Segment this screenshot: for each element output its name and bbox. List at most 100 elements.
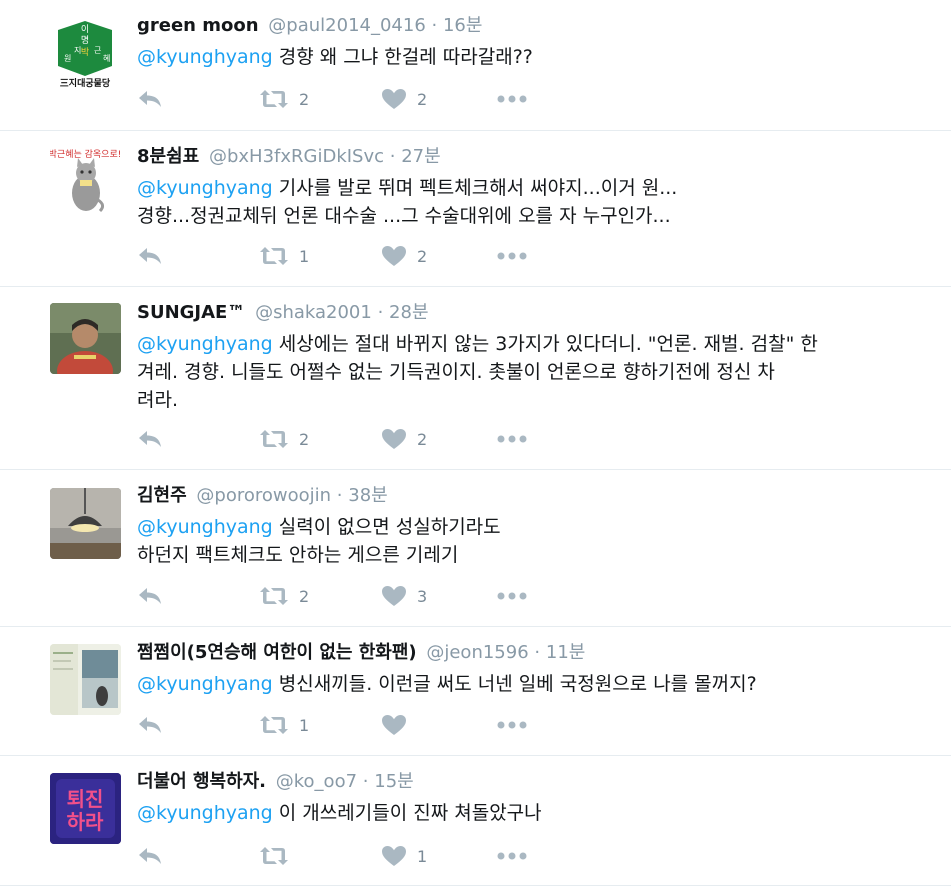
tweet-header: SUNGJAE™ @shaka2001 · 28분: [137, 301, 941, 325]
separator: ·: [534, 642, 541, 663]
like-button[interactable]: 2: [381, 88, 497, 110]
tweet-text: @kyunghyang 이 개쓰레기들이 진짜 쳐돌았구나: [137, 799, 941, 827]
more-icon: [497, 720, 527, 730]
username[interactable]: @ko_oo7: [276, 771, 357, 792]
svg-text:명: 명: [81, 35, 89, 46]
tweet-actions: 2 2: [137, 427, 527, 451]
mention-link[interactable]: @kyunghyang: [137, 516, 273, 538]
heart-icon: [381, 585, 407, 607]
display-name[interactable]: 8분쉼표: [137, 146, 199, 167]
separator: ·: [431, 15, 438, 36]
like-count: 2: [417, 429, 428, 449]
retweet-icon: [259, 714, 289, 736]
more-button[interactable]: [497, 434, 527, 444]
tweet-item[interactable]: 쩜쩜이(5연승해 여한이 없는 한화팬) @jeon1596 · 11분 @ky…: [0, 627, 951, 756]
retweet-button[interactable]: 1: [259, 245, 381, 267]
reply-button[interactable]: [137, 585, 259, 607]
more-icon: [497, 851, 527, 861]
like-button[interactable]: 3: [381, 585, 497, 607]
reply-icon: [137, 585, 163, 607]
tweet-item[interactable]: SUNGJAE™ @shaka2001 · 28분 @kyunghyang 세상…: [0, 287, 951, 470]
avatar[interactable]: [50, 644, 121, 715]
reply-icon: [137, 245, 163, 267]
tweet-header: 쩜쩜이(5연승해 여한이 없는 한화팬) @jeon1596 · 11분: [137, 641, 941, 665]
svg-text:원: 원: [64, 54, 71, 63]
like-count: 3: [417, 586, 428, 606]
heart-icon: [381, 88, 407, 110]
username[interactable]: @jeon1596: [426, 642, 528, 663]
heart-icon: [381, 714, 407, 736]
timestamp[interactable]: 11분: [546, 642, 585, 663]
tweet-feed: 이 명 박 원 지 근 혜 三지대궁물당 green moon @paul201…: [0, 0, 951, 886]
reply-icon: [137, 88, 163, 110]
retweet-icon: [259, 585, 289, 607]
like-button[interactable]: 2: [381, 245, 497, 267]
username[interactable]: @pororowoojin: [196, 485, 331, 506]
like-button[interactable]: 1: [381, 845, 497, 867]
tweet-body: 이 개쓰레기들이 진짜 쳐돌았구나: [272, 802, 542, 824]
avatar[interactable]: 박근혜는 감옥으로!: [50, 145, 121, 216]
tweet-text: @kyunghyang 경향 왜 그냐 한걸레 따라갈래??: [137, 43, 941, 71]
mention-link[interactable]: @kyunghyang: [137, 333, 273, 355]
svg-text:혜: 혜: [103, 54, 110, 63]
tweet-content: 8분쉼표 @bxH3fxRGiDkISvc · 27분 @kyunghyang …: [137, 145, 941, 230]
avatar[interactable]: [50, 303, 121, 374]
more-button[interactable]: [497, 851, 527, 861]
svg-text:박: 박: [81, 47, 89, 58]
reply-button[interactable]: [137, 714, 259, 736]
timestamp[interactable]: 15분: [374, 771, 413, 792]
timestamp[interactable]: 38분: [348, 485, 387, 506]
like-button[interactable]: 2: [381, 428, 497, 450]
like-count: 2: [417, 89, 428, 109]
tweet-body: 세상에는 절대 바뀌지 않는 3가지가 있다더니. "언론. 재벌. 검찰" 한: [272, 333, 818, 355]
reply-button[interactable]: [137, 428, 259, 450]
like-button[interactable]: [381, 714, 497, 736]
reply-button[interactable]: [137, 88, 259, 110]
retweet-count: 1: [299, 715, 310, 735]
more-button[interactable]: [497, 251, 527, 261]
retweet-button[interactable]: 2: [259, 88, 381, 110]
tweet-item[interactable]: 이 명 박 원 지 근 혜 三지대궁물당 green moon @paul201…: [0, 0, 951, 131]
tweet-text: @kyunghyang 기사를 발로 뛰며 펙트체크해서 써야지...이거 원.…: [137, 174, 941, 230]
timestamp[interactable]: 27분: [401, 146, 440, 167]
timestamp[interactable]: 28분: [389, 302, 428, 323]
display-name[interactable]: 더불어 행복하자.: [137, 771, 266, 792]
avatar[interactable]: 이 명 박 원 지 근 혜 三지대궁물당: [50, 18, 121, 89]
avatar[interactable]: [50, 488, 121, 559]
display-name[interactable]: green moon: [137, 15, 259, 36]
mention-link[interactable]: @kyunghyang: [137, 802, 273, 824]
username[interactable]: @paul2014_0416: [268, 15, 425, 36]
tweet-item[interactable]: 김현주 @pororowoojin · 38분 @kyunghyang 실력이 …: [0, 470, 951, 627]
tweet-item[interactable]: 박근혜는 감옥으로! 8분쉼표 @bxH3fxRGiDkISvc · 27분 @…: [0, 131, 951, 287]
mention-link[interactable]: @kyunghyang: [137, 673, 273, 695]
display-name[interactable]: 김현주: [137, 485, 187, 506]
tweet-content: 쩜쩜이(5연승해 여한이 없는 한화팬) @jeon1596 · 11분 @ky…: [137, 641, 941, 698]
reply-button[interactable]: [137, 845, 259, 867]
avatar-text: 하라: [67, 810, 104, 834]
username[interactable]: @bxH3fxRGiDkISvc: [209, 146, 384, 167]
avatar[interactable]: 퇴진 하라: [50, 773, 121, 844]
more-button[interactable]: [497, 94, 527, 104]
reply-button[interactable]: [137, 245, 259, 267]
separator: ·: [362, 771, 369, 792]
retweet-button[interactable]: 2: [259, 428, 381, 450]
retweet-button[interactable]: [259, 845, 381, 867]
timestamp[interactable]: 16분: [443, 15, 482, 36]
retweet-button[interactable]: 2: [259, 585, 381, 607]
more-button[interactable]: [497, 591, 527, 601]
retweet-button[interactable]: 1: [259, 714, 381, 736]
retweet-count: 1: [299, 246, 310, 266]
tweet-actions: 1: [137, 844, 527, 868]
display-name[interactable]: 쩜쩜이(5연승해 여한이 없는 한화팬): [137, 642, 417, 663]
tweet-item[interactable]: 퇴진 하라 더불어 행복하자. @ko_oo7 · 15분 @kyunghyan…: [0, 756, 951, 886]
svg-text:지: 지: [74, 46, 81, 55]
mention-link[interactable]: @kyunghyang: [137, 46, 273, 68]
username[interactable]: @shaka2001: [255, 302, 372, 323]
mention-link[interactable]: @kyunghyang: [137, 177, 273, 199]
separator: ·: [336, 485, 343, 506]
display-name[interactable]: SUNGJAE™: [137, 302, 245, 323]
tweet-header: green moon @paul2014_0416 · 16분: [137, 14, 941, 38]
retweet-count: 2: [299, 429, 310, 449]
more-button[interactable]: [497, 720, 527, 730]
avatar-text: 三지대궁물당: [60, 77, 111, 89]
